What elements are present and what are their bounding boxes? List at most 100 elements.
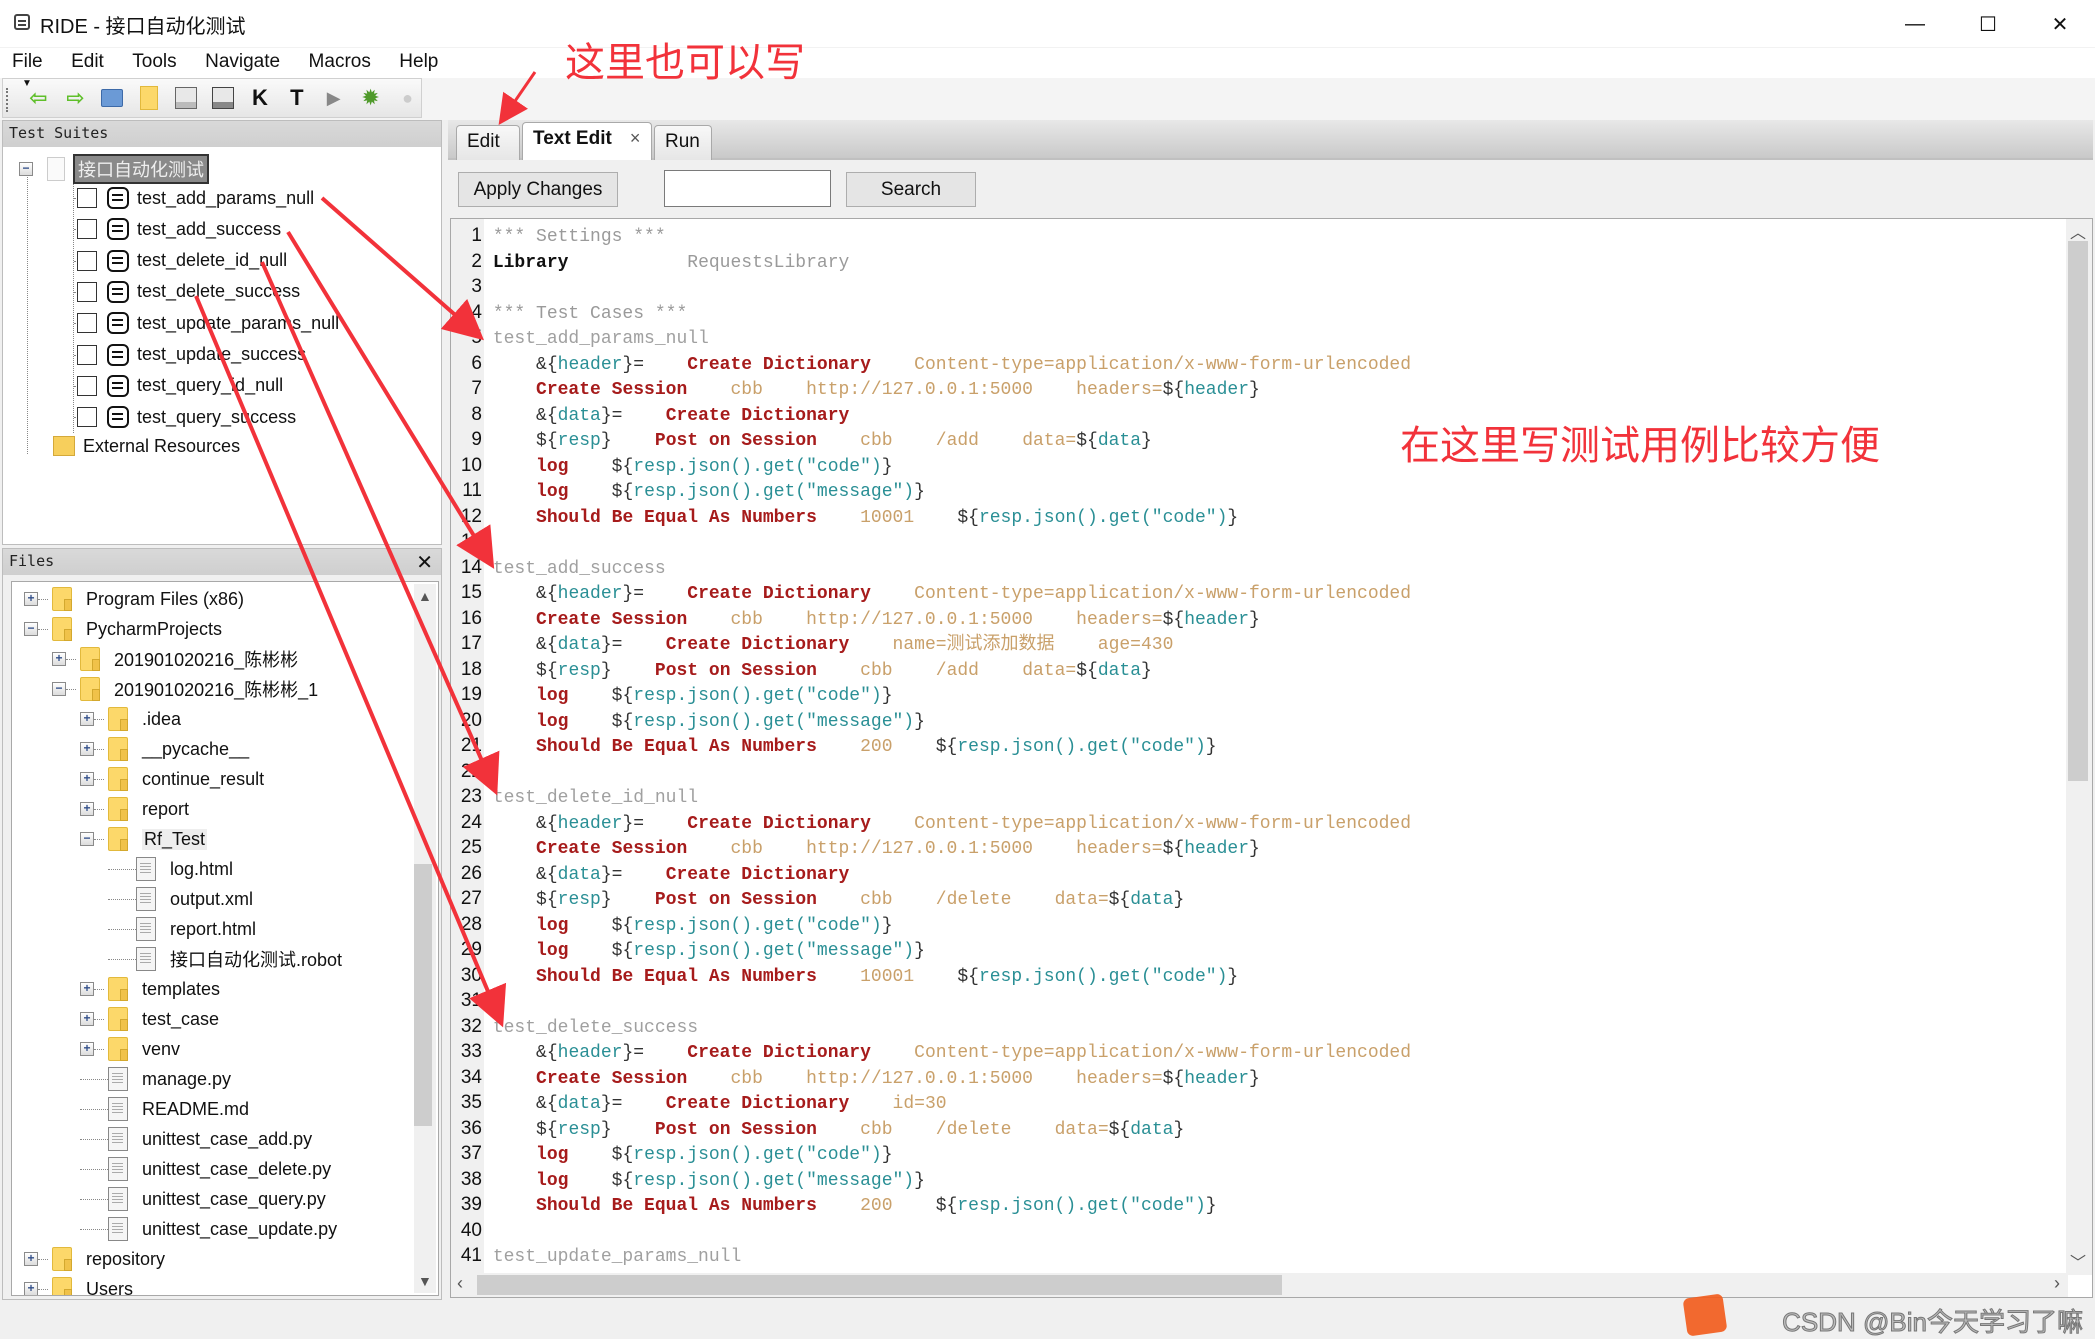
folder-item[interactable]: +201901020216_陈彬彬 — [52, 644, 298, 674]
code-line[interactable]: 21 Should Be Equal As Numbers 200 ${resp… — [451, 733, 2061, 759]
code-line[interactable]: 4 *** Test Cases *** — [451, 300, 2061, 326]
test-case-item[interactable]: test_add_success — [77, 214, 281, 244]
code-line[interactable]: 1 *** Settings *** — [451, 223, 2061, 249]
code-line[interactable]: 38 log ${resp.json().get("message")} — [451, 1167, 2061, 1193]
tab-run[interactable]: Run — [654, 125, 712, 160]
code-line[interactable]: 17 &{data}= Create Dictionary name=测试添加数… — [451, 631, 2061, 657]
expand-icon[interactable]: + — [24, 592, 38, 606]
code-line[interactable]: 5 test_add_params_null — [451, 325, 2061, 351]
code-line[interactable]: 6 &{header}= Create Dictionary Content-t… — [451, 351, 2061, 377]
tab-edit[interactable]: Edit — [456, 125, 520, 160]
close-button[interactable]: ✕ — [2025, 0, 2095, 48]
test-checkbox[interactable] — [77, 219, 97, 240]
file-item[interactable]: unittest_case_add.py — [80, 1124, 312, 1154]
code-line[interactable]: 26 &{data}= Create Dictionary — [451, 861, 2061, 887]
folder-item[interactable]: + Program Files (x86) — [24, 584, 244, 614]
file-item[interactable]: manage.py — [80, 1064, 231, 1094]
code-line[interactable]: 7 Create Session cbb http://127.0.0.1:50… — [451, 376, 2061, 402]
code-line[interactable]: 41 test_update_params_null — [451, 1243, 2061, 1269]
test-checkbox[interactable] — [77, 313, 97, 334]
test-checkbox[interactable] — [77, 375, 97, 396]
editor-horizontal-thumb[interactable] — [477, 1275, 1282, 1295]
apply-changes-button[interactable]: Apply Changes — [458, 172, 618, 207]
test-checkbox[interactable] — [77, 281, 97, 302]
folder-item[interactable]: + continue_result — [80, 764, 264, 794]
code-line[interactable]: 15 &{header}= Create Dictionary Content-… — [451, 580, 2061, 606]
menu-file[interactable]: File — [0, 48, 55, 76]
file-item[interactable]: README.md — [80, 1094, 249, 1124]
maximize-button[interactable]: ☐ — [1953, 0, 2023, 48]
editor-scroll-down-icon[interactable]: ﹀ — [2070, 1249, 2086, 1273]
folder-item[interactable]: + Users — [24, 1274, 133, 1295]
code-line[interactable]: 22 — [451, 759, 2061, 785]
suite-root-label[interactable]: 接口自动化测试 — [73, 154, 209, 184]
folder-item[interactable]: − PycharmProjects — [24, 614, 222, 644]
open-suite-icon[interactable] — [99, 84, 126, 112]
external-resources[interactable]: External Resources — [53, 431, 240, 461]
expand-icon[interactable]: + — [80, 1012, 94, 1026]
files-scroll-thumb[interactable] — [414, 864, 432, 1126]
open-directory-icon[interactable] — [136, 84, 163, 112]
expand-icon[interactable]: + — [80, 802, 94, 816]
folder-item[interactable]: + repository — [24, 1244, 165, 1274]
editor-vertical-thumb[interactable] — [2068, 241, 2088, 781]
expand-icon[interactable]: + — [80, 1042, 94, 1056]
folder-item[interactable]: + test_case — [80, 1004, 219, 1034]
expand-icon[interactable]: + — [52, 652, 66, 666]
editor-vertical-scrollbar[interactable]: ︿ ﹀ — [2066, 219, 2092, 1275]
collapse-icon[interactable]: − — [80, 832, 94, 846]
code-line[interactable]: 28 log ${resp.json().get("code")} — [451, 912, 2061, 938]
test-case-item[interactable]: test_update_success — [77, 340, 306, 370]
files-close-icon[interactable]: ✕ — [416, 550, 433, 575]
stop-icon[interactable]: ● — [394, 84, 421, 112]
file-item[interactable]: unittest_case_delete.py — [80, 1154, 331, 1184]
editor-scroll-up-icon[interactable]: ︿ — [2070, 219, 2086, 243]
collapse-icon[interactable]: − — [19, 162, 33, 176]
run-icon[interactable]: ▶ — [320, 84, 347, 112]
code-line[interactable]: 19 log ${resp.json().get("code")} — [451, 682, 2061, 708]
save-icon[interactable] — [173, 84, 200, 112]
folder-item[interactable]: + templates — [80, 974, 220, 1004]
code-line[interactable]: 27 ${resp} Post on Session cbb /delete d… — [451, 886, 2061, 912]
code-line[interactable]: 29 log ${resp.json().get("message")} — [451, 937, 2061, 963]
code-line[interactable]: 30 Should Be Equal As Numbers 10001 ${re… — [451, 963, 2061, 989]
code-line[interactable]: 11 log ${resp.json().get("message")} — [451, 478, 2061, 504]
code-line[interactable]: 40 — [451, 1218, 2061, 1244]
test-case-item[interactable]: test_update_params_null — [77, 308, 339, 338]
code-line[interactable]: 36 ${resp} Post on Session cbb /delete d… — [451, 1116, 2061, 1142]
code-line[interactable]: 32 test_delete_success — [451, 1014, 2061, 1040]
code-line[interactable]: 25 Create Session cbb http://127.0.0.1:5… — [451, 835, 2061, 861]
test-checkbox[interactable] — [77, 188, 97, 208]
code-line[interactable]: 20 log ${resp.json().get("message")} — [451, 708, 2061, 734]
search-input[interactable] — [664, 170, 831, 207]
menu-navigate[interactable]: Navigate — [193, 48, 292, 76]
editor-horizontal-scrollbar[interactable]: ‹ › — [451, 1273, 2068, 1297]
code-line[interactable]: 37 log ${resp.json().get("code")} — [451, 1141, 2061, 1167]
expand-icon[interactable]: + — [24, 1252, 38, 1266]
test-checkbox[interactable] — [77, 344, 97, 365]
code-line[interactable]: 16 Create Session cbb http://127.0.0.1:5… — [451, 606, 2061, 632]
text-editor[interactable]: 1 *** Settings *** 2 Library RequestsLibr… — [450, 218, 2093, 1298]
file-item[interactable]: report.html — [108, 914, 256, 944]
suite-root[interactable]: − 接口自动化测试 — [19, 154, 209, 184]
tab-text-edit[interactable]: Text Edit × — [522, 122, 652, 160]
code-line[interactable]: 39 Should Be Equal As Numbers 200 ${resp… — [451, 1192, 2061, 1218]
collapse-icon[interactable]: − — [24, 622, 38, 636]
files-vertical-scrollbar[interactable]: ▲ ▼ — [414, 584, 436, 1293]
code-line[interactable]: 3 — [451, 274, 2061, 300]
forward-arrow-icon[interactable]: ⇨ — [62, 84, 89, 112]
expand-icon[interactable]: + — [24, 1282, 38, 1295]
menu-edit[interactable]: Edit — [59, 48, 116, 76]
code-line[interactable]: 13 — [451, 529, 2061, 555]
save-all-icon[interactable] — [210, 84, 237, 112]
code-line[interactable]: 23 test_delete_id_null — [451, 784, 2061, 810]
search-button[interactable]: Search — [846, 172, 976, 207]
search-keywords-icon[interactable]: K — [246, 84, 273, 112]
code-line[interactable]: 35 &{data}= Create Dictionary id=30 — [451, 1090, 2061, 1116]
code-line[interactable]: 14 test_add_success — [451, 555, 2061, 581]
file-item[interactable]: output.xml — [108, 884, 253, 914]
menu-macros[interactable]: Macros — [297, 48, 383, 76]
code-line[interactable]: 34 Create Session cbb http://127.0.0.1:5… — [451, 1065, 2061, 1091]
expand-icon[interactable]: + — [80, 982, 94, 996]
code-line[interactable]: 12 Should Be Equal As Numbers 10001 ${re… — [451, 504, 2061, 530]
